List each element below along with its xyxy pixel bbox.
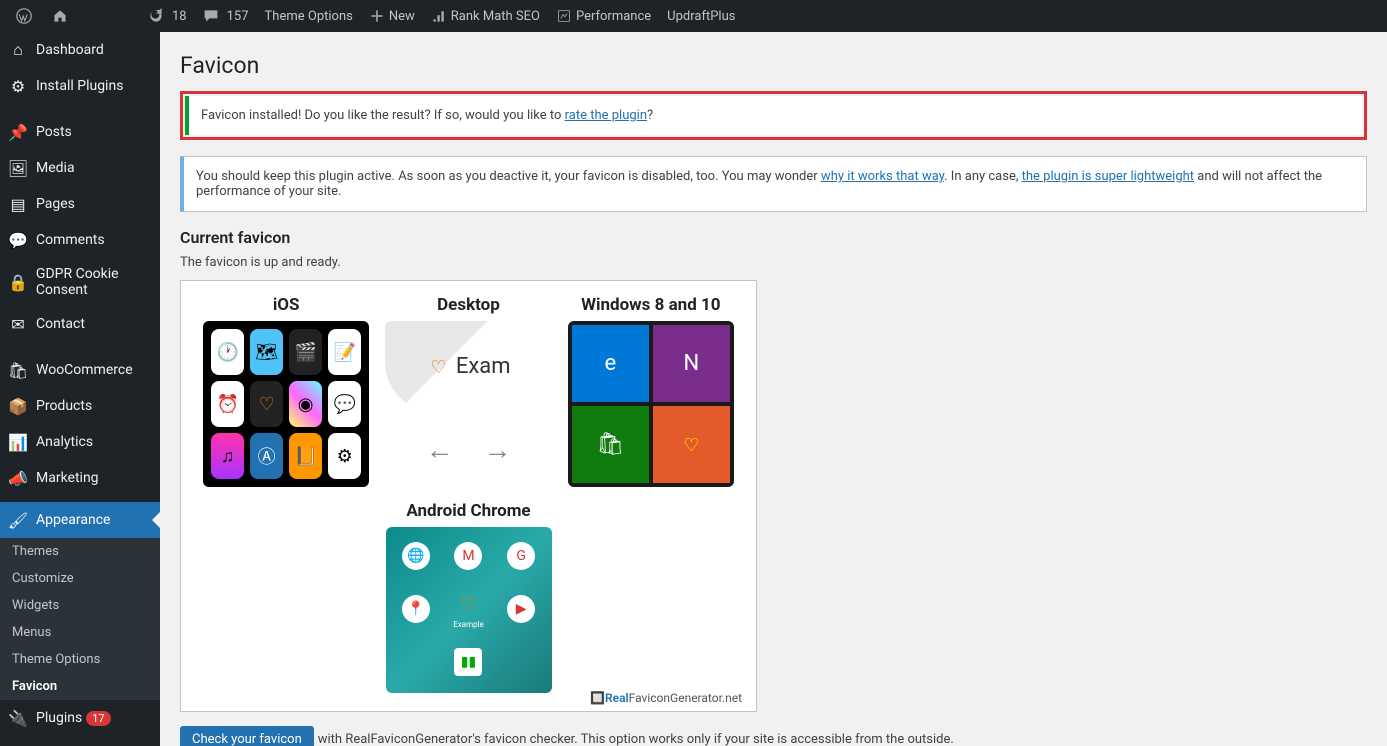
sidebar-item-analytics[interactable]: 📊Analytics bbox=[0, 424, 160, 460]
home-link[interactable] bbox=[44, 0, 80, 32]
gear-icon: ⚙ bbox=[8, 76, 28, 96]
refresh-icon bbox=[148, 8, 164, 24]
page-icon: ▤ bbox=[8, 194, 28, 214]
rate-plugin-link[interactable]: rate the plugin bbox=[565, 108, 647, 123]
admin-sidebar: ⌂Dashboard ⚙Install Plugins 📌Posts 🖼Medi… bbox=[0, 32, 160, 746]
sidebar-item-products[interactable]: 📦Products bbox=[0, 388, 160, 424]
performance-link[interactable]: Performance bbox=[548, 0, 659, 32]
updraft-link[interactable]: UpdraftPlus bbox=[659, 0, 743, 32]
windows-mockup: e N 🛍 bbox=[568, 321, 734, 487]
arrow-right-icon: → bbox=[483, 433, 511, 466]
sidebar-item-plugins[interactable]: 🔌Plugins17 bbox=[0, 700, 160, 736]
updates-count: 18 bbox=[172, 9, 187, 24]
favicon-preview: iOS 🕐🗺🎬📝 ⏰◉💬 ♫Ⓐ📙⚙ Desktop Exam ←→ Window… bbox=[180, 280, 757, 712]
mail-icon: ✉ bbox=[8, 314, 28, 334]
preview-windows: Windows 8 and 10 e N 🛍 bbox=[561, 295, 741, 501]
sidebar-item-pages[interactable]: ▤Pages bbox=[0, 186, 160, 222]
analytics-icon: 📊 bbox=[8, 432, 28, 452]
favicon-ready-text: The favicon is up and ready. bbox=[180, 255, 1367, 270]
submenu-widgets[interactable]: Widgets bbox=[0, 592, 160, 619]
lightweight-link[interactable]: the plugin is super lightweight bbox=[1022, 169, 1194, 184]
submenu-theme-options[interactable]: Theme Options bbox=[0, 646, 160, 673]
sidebar-item-appearance[interactable]: 🖌Appearance bbox=[0, 502, 160, 538]
current-favicon-heading: Current favicon bbox=[180, 228, 1367, 247]
brush-icon: 🖌 bbox=[8, 510, 28, 530]
content-area: Favicon Favicon installed! Do you like t… bbox=[160, 32, 1387, 746]
sidebar-item-install-plugins[interactable]: ⚙Install Plugins bbox=[0, 68, 160, 104]
sidebar-item-dashboard[interactable]: ⌂Dashboard bbox=[0, 32, 160, 68]
page-title: Favicon bbox=[180, 52, 1367, 79]
gauge-icon bbox=[556, 8, 572, 24]
wordpress-icon bbox=[16, 8, 32, 24]
check-section: Check your favicon with RealFaviconGener… bbox=[180, 712, 1367, 746]
comments-count: 157 bbox=[227, 9, 249, 24]
appearance-submenu: Themes Customize Widgets Menus Theme Opt… bbox=[0, 538, 160, 700]
rankmath-link[interactable]: Rank Math SEO bbox=[423, 0, 548, 32]
woo-icon: 🛍 bbox=[8, 360, 28, 380]
preview-ios: iOS 🕐🗺🎬📝 ⏰◉💬 ♫Ⓐ📙⚙ bbox=[196, 295, 376, 501]
notice-keep-active: You should keep this plugin active. As s… bbox=[180, 156, 1367, 212]
adminbar: 18 157 Theme Options New Rank Math SEO P… bbox=[0, 0, 1387, 32]
home-icon bbox=[52, 8, 68, 24]
preview-android: Android Chrome 🌐MG 📍Example▶ ▮▮ bbox=[379, 501, 559, 707]
sidebar-item-marketing[interactable]: 📣Marketing bbox=[0, 460, 160, 496]
comments-link[interactable]: 157 bbox=[195, 0, 257, 32]
sidebar-item-media[interactable]: 🖼Media bbox=[0, 150, 160, 186]
submenu-favicon[interactable]: Favicon bbox=[0, 673, 160, 700]
arrow-left-icon: ← bbox=[425, 433, 453, 466]
success-highlight: Favicon installed! Do you like the resul… bbox=[180, 91, 1367, 140]
rfg-branding: 🔲RealFaviconGenerator.net bbox=[590, 691, 742, 705]
chart-icon bbox=[431, 8, 447, 24]
plugins-badge: 17 bbox=[86, 711, 110, 726]
preview-desktop: Desktop Exam ←→ bbox=[378, 295, 558, 501]
media-icon: 🖼 bbox=[8, 158, 28, 178]
updates-link[interactable]: 18 bbox=[140, 0, 195, 32]
sidebar-item-woocommerce[interactable]: 🛍WooCommerce bbox=[0, 352, 160, 388]
plus-icon bbox=[369, 8, 385, 24]
sidebar-item-comments[interactable]: 💬Comments bbox=[0, 222, 160, 258]
plug-icon: 🔌 bbox=[8, 708, 28, 728]
comment-icon: 💬 bbox=[8, 230, 28, 250]
wp-logo[interactable] bbox=[8, 0, 44, 32]
check-favicon-button[interactable]: Check your favicon bbox=[180, 726, 314, 746]
notice-installed: Favicon installed! Do you like the resul… bbox=[185, 96, 1362, 135]
why-link[interactable]: why it works that way bbox=[821, 169, 944, 184]
lock-icon: 🔒 bbox=[8, 272, 28, 292]
dashboard-icon: ⌂ bbox=[8, 40, 28, 60]
desktop-mockup: Exam ←→ bbox=[385, 321, 551, 487]
sidebar-item-posts[interactable]: 📌Posts bbox=[0, 114, 160, 150]
sidebar-item-contact[interactable]: ✉Contact bbox=[0, 306, 160, 342]
box-icon: 📦 bbox=[8, 396, 28, 416]
comment-icon bbox=[203, 8, 219, 24]
new-content-link[interactable]: New bbox=[361, 0, 423, 32]
theme-options-link[interactable]: Theme Options bbox=[257, 0, 361, 32]
submenu-customize[interactable]: Customize bbox=[0, 565, 160, 592]
ios-mockup: 🕐🗺🎬📝 ⏰◉💬 ♫Ⓐ📙⚙ bbox=[203, 321, 369, 487]
pin-icon: 📌 bbox=[8, 122, 28, 142]
submenu-menus[interactable]: Menus bbox=[0, 619, 160, 646]
sidebar-item-gdpr[interactable]: 🔒GDPR Cookie Consent bbox=[0, 258, 160, 306]
submenu-themes[interactable]: Themes bbox=[0, 538, 160, 565]
sidebar-item-mythemeshop[interactable]: ◐MyThemeShop bbox=[0, 736, 160, 746]
megaphone-icon: 📣 bbox=[8, 468, 28, 488]
android-mockup: 🌐MG 📍Example▶ ▮▮ bbox=[386, 527, 552, 693]
